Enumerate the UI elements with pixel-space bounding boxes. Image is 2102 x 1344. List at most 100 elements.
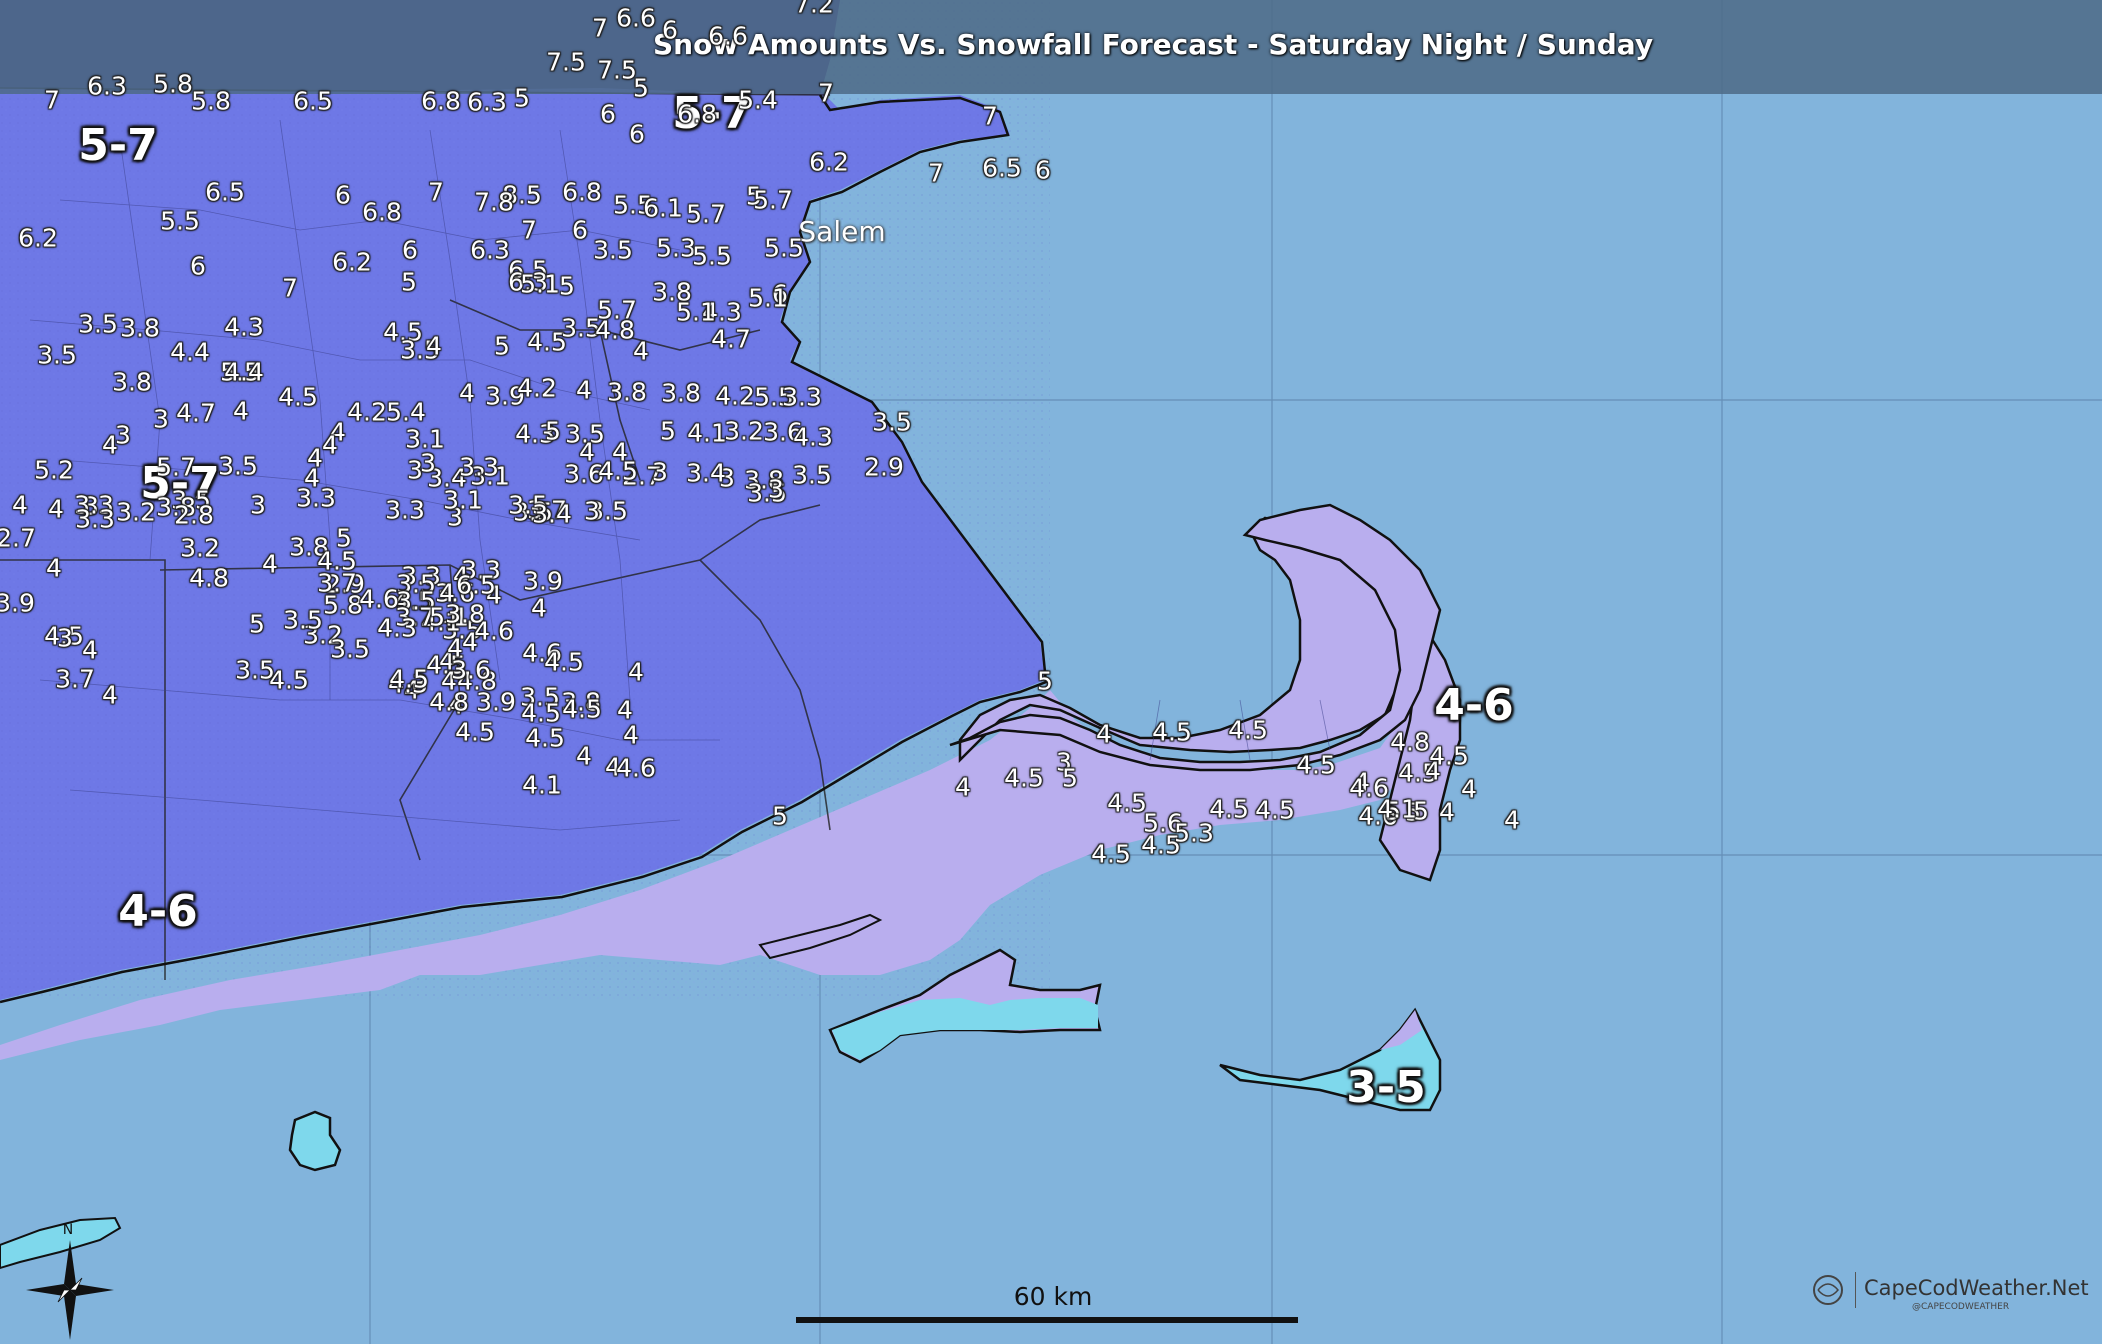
snow-reading-label: 6 — [402, 235, 418, 265]
snow-reading-label: 3.2 — [180, 533, 220, 563]
snow-reading-label: 5.3 — [656, 233, 696, 263]
snow-reading-label: 3.9 — [0, 588, 35, 618]
snow-reading-label: 5 — [514, 83, 530, 113]
snow-reading-label: 3.8 — [120, 313, 160, 343]
compass-rose-icon: N — [26, 1222, 114, 1340]
scale-bar — [796, 1317, 1298, 1323]
snow-reading-label: 4.8 — [429, 687, 469, 717]
snow-reading-label: 4.5 — [521, 698, 561, 728]
snow-reading-label: 4.5 — [562, 694, 602, 724]
snow-reading-label: 5.4 — [386, 397, 426, 427]
snow-reading-label: 5.7 — [753, 185, 793, 215]
snow-reading-label: 4 — [1096, 719, 1112, 749]
snow-reading-label: 5.1 — [676, 297, 716, 327]
snow-reading-label: 5.4 — [738, 85, 778, 115]
snow-reading-label: 7 — [982, 101, 998, 131]
snow-reading-label: 5.7 — [156, 452, 196, 482]
snow-reading-label: 3.2 — [116, 497, 156, 527]
snow-reading-label: 7.8 — [474, 187, 514, 217]
snow-reading-label: 4.5 — [525, 723, 565, 753]
snow-reading-label: 3.5 — [218, 451, 258, 481]
snow-reading-label: 6.2 — [809, 147, 849, 177]
snow-reading-label: 3.4 — [686, 458, 726, 488]
snow-reading-label: 6.6 — [616, 3, 656, 33]
snow-reading-label: 3.5 — [283, 605, 323, 635]
snow-reading-label: 5.1 — [520, 269, 560, 299]
snow-reading-label: 3.3 — [782, 382, 822, 412]
forecast-range-label: 5-7 — [78, 120, 158, 171]
snow-reading-label: 5 — [559, 271, 575, 301]
snow-reading-label: 4.2 — [517, 373, 557, 403]
snow-reading-label: 6.1 — [643, 193, 683, 223]
snow-reading-label: 4 — [1439, 797, 1455, 827]
snow-reading-label: 4.8 — [595, 315, 635, 345]
snow-reading-label: 6.8 — [677, 99, 717, 129]
forecast-range-label: 4-6 — [118, 886, 198, 937]
snow-reading-label: 3.1 — [443, 485, 483, 515]
snow-reading-label: 3 — [652, 457, 668, 487]
snow-reading-label: 7.5 — [597, 55, 637, 85]
forecast-range-label: 4-6 — [1434, 680, 1514, 731]
snow-reading-label: 6 — [335, 180, 351, 210]
snow-reading-label: 4.5 — [544, 647, 584, 677]
snow-reading-label: 5 — [249, 609, 265, 639]
snow-reading-label: 7 — [428, 177, 444, 207]
snow-reading-label: 5 — [545, 416, 561, 446]
snow-reading-label: 4.1 — [687, 418, 727, 448]
snow-reading-label: 6 — [1035, 155, 1051, 185]
snow-reading-label: 4 — [233, 396, 249, 426]
snow-reading-label: 3.2 — [724, 416, 764, 446]
snow-reading-label: 7 — [928, 158, 944, 188]
snow-reading-label: 3.3 — [75, 504, 115, 534]
snow-reading-label: 5 — [1062, 763, 1078, 793]
snow-reading-label: 4.5 — [1209, 794, 1249, 824]
snow-reading-label: 7 — [592, 13, 608, 43]
snow-reading-label: 3.4 — [532, 499, 572, 529]
snow-reading-label: 4.5 — [389, 664, 429, 694]
snow-reading-label: 3.8 — [661, 378, 701, 408]
credit-name: CapeCodWeather.Net — [1864, 1276, 2089, 1300]
snow-reading-label: 6.8 — [362, 197, 402, 227]
snow-reading-label: 3.5 — [330, 634, 370, 664]
snow-reading-label: 4.5 — [269, 665, 309, 695]
snow-reading-label: 4 — [82, 635, 98, 665]
snow-reading-label: 4.5 — [598, 456, 638, 486]
snow-reading-label: 5.5 — [692, 241, 732, 271]
snow-reading-label: 6 — [629, 119, 645, 149]
snow-reading-label: 3.3 — [459, 452, 499, 482]
snow-reading-label: 5 — [660, 416, 676, 446]
snow-reading-label: 4.5 — [1107, 788, 1147, 818]
snow-reading-label: 5.1 — [748, 283, 788, 313]
snow-reading-label: 4 — [46, 553, 62, 583]
snow-reading-label: 3.3 — [385, 495, 425, 525]
snow-reading-label: 3.5 — [593, 235, 633, 265]
snow-reading-label: 5 — [494, 331, 510, 361]
snow-reading-label: 6.3 — [467, 87, 507, 117]
snow-reading-label: 4.3 — [224, 312, 264, 342]
snow-reading-label: 5.8 — [191, 86, 231, 116]
snow-reading-label: 4 — [623, 720, 639, 750]
snow-reading-label: 3.6 — [451, 655, 491, 685]
snow-reading-label: 4.6 — [474, 616, 514, 646]
snow-reading-label: 7 — [521, 215, 537, 245]
snow-reading-label: 4.3 — [793, 422, 833, 452]
snow-reading-label: 4 — [579, 437, 595, 467]
snow-reading-label: 3.5 — [792, 460, 832, 490]
snow-reading-label: 4 — [48, 494, 64, 524]
snow-reading-label: 6.2 — [332, 247, 372, 277]
snow-reading-label: 3 — [57, 623, 73, 653]
snow-reading-label: 4.6 — [359, 584, 399, 614]
snow-reading-label: 3.1 — [405, 424, 445, 454]
snow-reading-label: 4 — [426, 331, 442, 361]
snow-reading-label: 4 — [262, 549, 278, 579]
snow-reading-label: 4.1 — [522, 770, 562, 800]
forecast-range-label: 3-5 — [1346, 1062, 1426, 1113]
compass-north-label: N — [63, 1222, 73, 1238]
snow-reading-label: 4.4 — [170, 337, 210, 367]
snow-reading-label: 7 — [44, 85, 60, 115]
snow-reading-label: 4.5 — [1296, 750, 1336, 780]
credit-handle: @CAPECODWEATHER — [1912, 1302, 2010, 1312]
snow-reading-label: 4.5 — [455, 717, 495, 747]
snow-reading-label: 7 — [282, 273, 298, 303]
snow-reading-label: 6.8 — [421, 86, 461, 116]
